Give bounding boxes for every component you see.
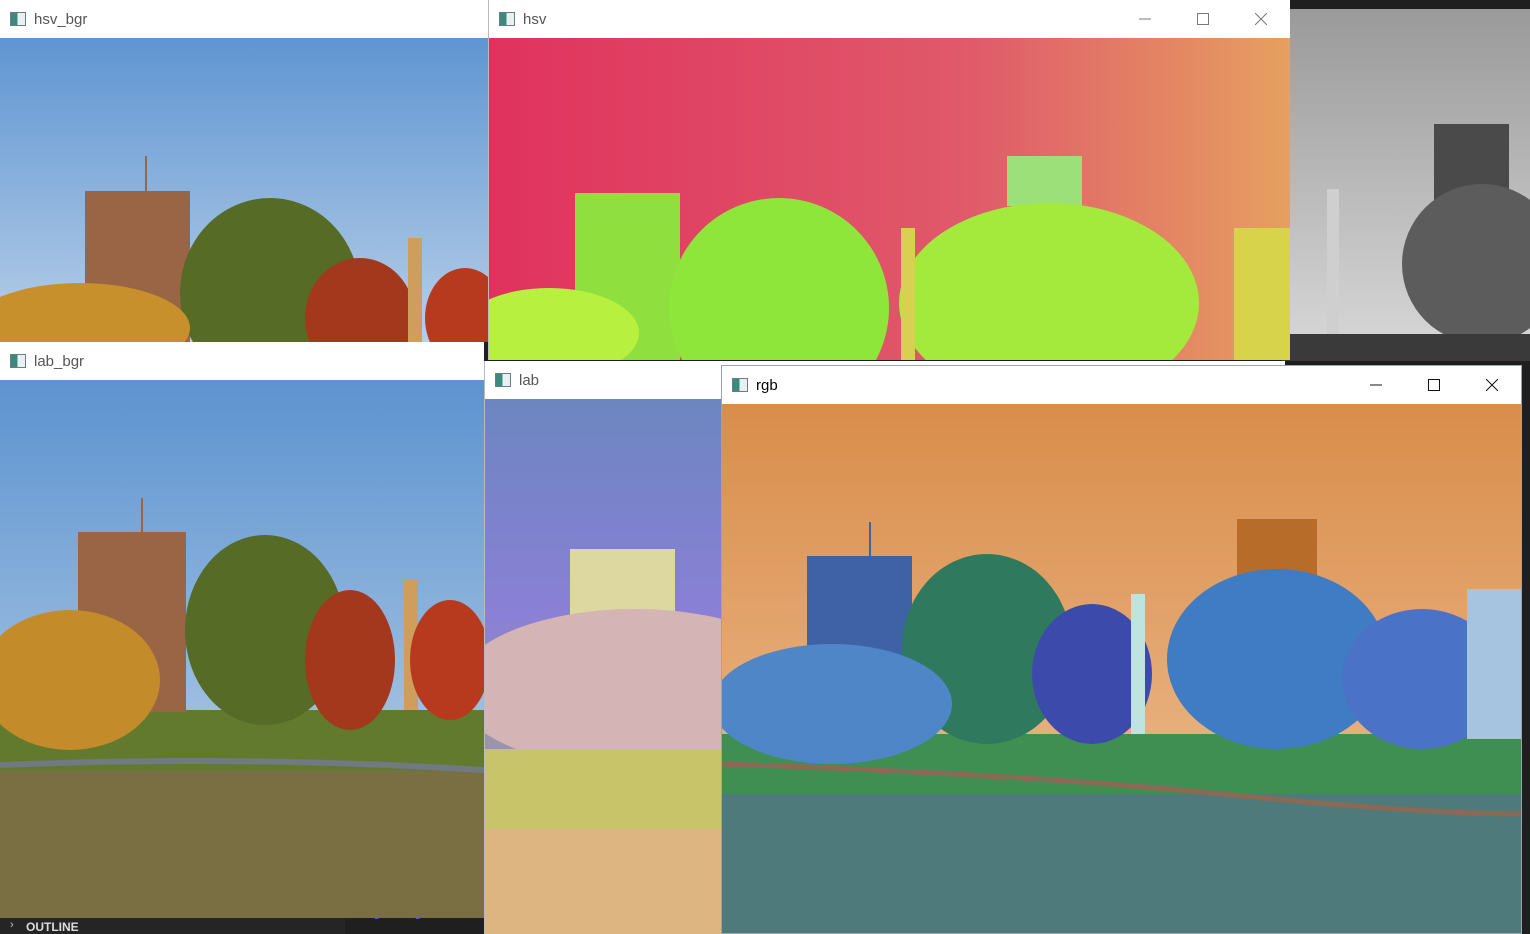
image-canvas xyxy=(0,38,490,342)
editor-right-strip xyxy=(1522,360,1530,934)
maximize-icon xyxy=(1197,13,1209,25)
window-title: lab_bgr xyxy=(34,352,85,370)
window-lab-bgr[interactable]: lab_bgr xyxy=(0,342,484,918)
vscode-outline-bar[interactable]: › OUTLINE xyxy=(0,918,345,934)
titlebar[interactable]: hsv xyxy=(489,0,1290,38)
titlebar[interactable]: lab_bgr xyxy=(0,342,484,380)
image-canvas xyxy=(1282,9,1530,361)
window-rgb[interactable]: rgb xyxy=(721,365,1522,934)
window-title: lab xyxy=(519,371,540,389)
opencv-window-icon xyxy=(495,373,511,387)
maximize-icon xyxy=(1428,379,1440,391)
chevron-right-icon: › xyxy=(10,919,14,931)
minimize-icon xyxy=(1139,18,1151,20)
titlebar[interactable]: hsv_bgr xyxy=(0,0,490,38)
image-canvas xyxy=(722,404,1521,933)
opencv-window-icon xyxy=(499,12,515,26)
opencv-window-icon xyxy=(10,354,26,368)
titlebar[interactable]: rgb xyxy=(722,366,1521,404)
opencv-window-icon xyxy=(732,378,748,392)
close-button[interactable] xyxy=(1463,366,1521,404)
window-title: hsv xyxy=(523,10,547,28)
close-icon xyxy=(1486,379,1498,391)
minimize-button[interactable] xyxy=(1116,0,1174,38)
close-button[interactable] xyxy=(1232,0,1290,38)
window-hsv-bgr[interactable]: hsv_bgr xyxy=(0,0,490,342)
maximize-button[interactable] xyxy=(1405,366,1463,404)
close-icon xyxy=(1255,13,1267,25)
window-title: rgb xyxy=(756,376,778,394)
window-hsv[interactable]: hsv xyxy=(488,0,1290,360)
window-gray[interactable] xyxy=(1282,9,1530,361)
maximize-button[interactable] xyxy=(1174,0,1232,38)
minimize-icon xyxy=(1370,384,1382,386)
opencv-window-icon xyxy=(10,12,26,26)
image-canvas xyxy=(489,38,1290,360)
outline-label: OUTLINE xyxy=(26,920,79,934)
image-canvas xyxy=(0,380,484,918)
minimize-button[interactable] xyxy=(1347,366,1405,404)
window-title: hsv_bgr xyxy=(34,10,88,28)
